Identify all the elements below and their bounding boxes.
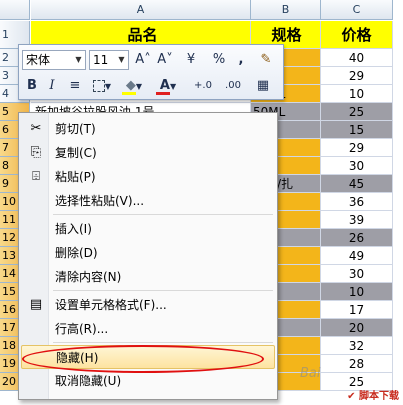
cell-c[interactable]: 45: [321, 175, 393, 193]
bold-button[interactable]: B: [23, 76, 41, 96]
increase-decimal-button[interactable]: +.0: [189, 76, 217, 96]
fill-color-button[interactable]: ◆▼: [119, 76, 149, 96]
font-size-combo[interactable]: 11 ▼: [89, 50, 129, 70]
fill-color-icon: ◆: [125, 78, 136, 93]
menu-item-label: 行高(R)...: [55, 322, 109, 336]
menu-item-label: 设置单元格格式(F)...: [55, 298, 167, 312]
decrease-decimal-button[interactable]: .00: [219, 76, 247, 96]
font-size-value: 11: [93, 53, 109, 67]
cell-c[interactable]: 10: [321, 85, 393, 103]
cell-c[interactable]: 28: [321, 355, 393, 373]
font-color-swatch: [156, 92, 170, 95]
watermark-logo: ✔ 脚本下载: [347, 391, 399, 402]
menu-item-label: 清除内容(N): [55, 270, 122, 284]
highlight-ellipse: [22, 345, 264, 373]
select-all-corner[interactable]: [0, 0, 30, 20]
currency-button[interactable]: ¥: [179, 50, 203, 70]
menu-item-label: 取消隐藏(U): [55, 374, 122, 388]
menu-item-label: 删除(D): [55, 246, 98, 260]
cell-c[interactable]: 30: [321, 265, 393, 283]
menu-item-6[interactable]: 清除内容(N): [21, 265, 275, 289]
font-color-icon: A: [159, 78, 170, 93]
font-name-value: 宋体: [26, 53, 51, 67]
cell-c[interactable]: 36: [321, 193, 393, 211]
cell-c[interactable]: 10: [321, 283, 393, 301]
menu-item-label: 剪切(T): [55, 122, 96, 136]
chevron-down-icon: ▼: [118, 55, 125, 64]
menu-item-0[interactable]: ✂ 剪切(T): [21, 117, 275, 141]
watermark-bai: Bai: [300, 366, 321, 381]
shrink-font-button[interactable]: A˅: [155, 50, 175, 70]
menu-item-label: 插入(I): [55, 222, 92, 236]
cell-c[interactable]: 20: [321, 319, 393, 337]
fill-color-swatch: [122, 92, 136, 95]
menu-item-label: 复制(C): [55, 146, 97, 160]
menu-separator: [53, 290, 273, 291]
italic-button[interactable]: I: [43, 76, 61, 96]
font-color-button[interactable]: A▼: [153, 76, 183, 96]
menu-item-label: 粘贴(P): [55, 170, 96, 184]
percent-button[interactable]: %: [209, 50, 229, 70]
cell-c[interactable]: 29: [321, 67, 393, 85]
format-cells-icon: ▤: [29, 297, 43, 312]
menu-item-label: 选择性粘贴(V)...: [55, 194, 145, 208]
cell-c[interactable]: 价格: [321, 21, 393, 49]
menu-item-2[interactable]: ⌹ 粘贴(P): [21, 165, 275, 189]
cell-c[interactable]: 25: [321, 103, 393, 121]
column-header-c[interactable]: C: [321, 0, 393, 20]
scissors-icon: ✂: [30, 121, 42, 136]
cell-c[interactable]: 32: [321, 337, 393, 355]
mini-toolbar: 宋体 ▼ 11 ▼ A˄ A˅ ¥ % , ✎ B I ≡ ▼ ◆▼ A▼ +.…: [18, 44, 284, 100]
menu-item-1[interactable]: ⎘ 复制(C): [21, 141, 275, 165]
menu-item-8[interactable]: 行高(R)...: [21, 317, 275, 341]
column-header-b[interactable]: B: [251, 0, 321, 20]
format-painter-icon[interactable]: ✎: [255, 50, 277, 70]
cell-c[interactable]: 30: [321, 157, 393, 175]
paste-icon: ⌹: [32, 169, 40, 184]
column-header-a[interactable]: A: [31, 0, 251, 20]
comma-style-button[interactable]: ,: [233, 50, 249, 70]
align-center-button[interactable]: ≡: [65, 76, 85, 96]
menu-item-7[interactable]: ▤ 设置单元格格式(F)...: [21, 293, 275, 317]
copy-icon: ⎘: [30, 145, 42, 160]
font-name-combo[interactable]: 宋体 ▼: [22, 50, 86, 70]
borders-button[interactable]: ▼: [89, 76, 115, 96]
cell-c[interactable]: 40: [321, 49, 393, 67]
borders-icon: [92, 79, 105, 92]
menu-item-5[interactable]: 删除(D): [21, 241, 275, 265]
menu-item-4[interactable]: 插入(I): [21, 217, 275, 241]
grow-font-button[interactable]: A˄: [133, 50, 153, 70]
cell-c[interactable]: 39: [321, 211, 393, 229]
cell-c[interactable]: 15: [321, 121, 393, 139]
chevron-down-icon: ▼: [75, 55, 82, 64]
cell-c[interactable]: 26: [321, 229, 393, 247]
menu-separator: [53, 342, 273, 343]
merge-cells-icon[interactable]: ▦: [251, 76, 275, 96]
menu-separator: [53, 214, 273, 215]
cell-c[interactable]: 17: [321, 301, 393, 319]
cell-c[interactable]: 29: [321, 139, 393, 157]
cell-c[interactable]: 49: [321, 247, 393, 265]
menu-item-3[interactable]: 选择性粘贴(V)...: [21, 189, 275, 213]
